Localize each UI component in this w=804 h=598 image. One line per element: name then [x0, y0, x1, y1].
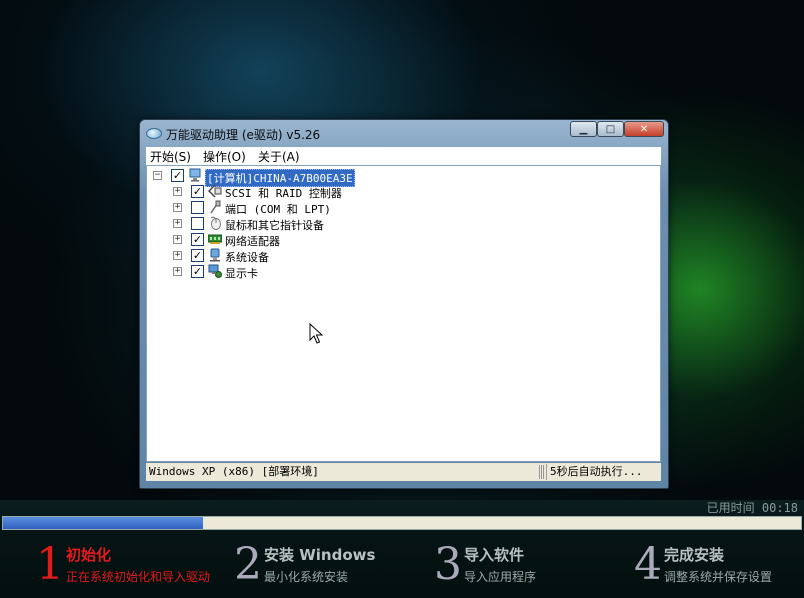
close-icon: ✕ [639, 123, 649, 135]
port-icon [207, 200, 223, 216]
maximize-button[interactable]: □ [597, 121, 624, 137]
display-icon [207, 264, 223, 280]
tree-row-scsi[interactable]: + ✓ SCSI 和 RAID 控制器 [173, 184, 553, 200]
step-title: 导入软件 [464, 546, 525, 564]
scsi-label: SCSI 和 RAID 控制器 [225, 187, 342, 200]
display-label: 显示卡 [225, 267, 258, 280]
step-subtitle: 最小化系统安装 [264, 570, 349, 584]
mouse-cursor-icon [309, 323, 324, 344]
close-button[interactable]: ✕ [624, 121, 664, 137]
expand-icon[interactable]: + [173, 251, 182, 260]
expand-icon[interactable]: + [173, 203, 182, 212]
step-title: 初始化 [66, 546, 112, 564]
minimize-button[interactable]: ▁ [570, 121, 597, 137]
tree-row-mouse[interactable]: + 鼠标和其它指针设备 [173, 216, 553, 232]
step-subtitle: 正在系统初始化和导入驱动 [66, 570, 211, 584]
status-divider [539, 465, 545, 479]
expand-icon[interactable]: + [173, 187, 182, 196]
scsi-icon [207, 184, 223, 200]
step-number: 3 [434, 539, 462, 590]
window-title: 万能驱动助理 (e驱动) v5.26 [166, 128, 321, 142]
progress-fill [3, 517, 203, 529]
step-title: 安装 Windows [264, 546, 376, 564]
status-countdown: 5秒后自动执行... [546, 464, 661, 480]
root-checkbox[interactable]: ✓ [171, 169, 184, 182]
step-number: 4 [634, 539, 662, 590]
tree-row-system[interactable]: + ✓ 系统设备 [173, 248, 553, 264]
menu-about[interactable]: 关于(A) [258, 148, 300, 165]
system-label: 系统设备 [225, 251, 269, 264]
tree-row-port[interactable]: + 端口 (COM 和 LPT) [173, 200, 553, 216]
expand-icon[interactable]: + [173, 219, 182, 228]
tree-row-network[interactable]: + ✓ 网络适配器 [173, 232, 553, 248]
port-checkbox[interactable] [191, 201, 204, 214]
step-subtitle: 调整系统并保存设置 [664, 570, 773, 584]
step-title: 完成安装 [664, 546, 725, 564]
menu-bar: 开始(S) 操作(O) 关于(A) [146, 147, 661, 165]
maximize-icon: □ [605, 123, 616, 135]
tree-row-display[interactable]: + ✓ 显示卡 [173, 264, 553, 280]
system-checkbox[interactable]: ✓ [191, 249, 204, 262]
network-icon [207, 232, 223, 248]
menu-start[interactable]: 开始(S) [150, 148, 191, 165]
network-checkbox[interactable]: ✓ [191, 233, 204, 246]
step-subtitle: 导入应用程序 [464, 570, 537, 584]
tree-root-row[interactable]: − ✓ [计算机]CHINA-A7B00EA3E [153, 168, 553, 187]
display-checkbox[interactable]: ✓ [191, 265, 204, 278]
mouse-icon [207, 216, 223, 232]
scsi-checkbox[interactable]: ✓ [191, 185, 204, 198]
expand-icon[interactable]: + [173, 235, 182, 244]
step-number: 2 [234, 539, 262, 590]
collapse-icon[interactable]: − [153, 171, 162, 180]
app-icon [146, 128, 162, 139]
mouse-label: 鼠标和其它指针设备 [225, 219, 324, 232]
device-tree[interactable]: − ✓ [计算机]CHINA-A7B00EA3E + ✓ SCSI 和 RAID… [146, 165, 661, 462]
network-label: 网络适配器 [225, 235, 280, 248]
computer-icon [187, 168, 203, 184]
mouse-checkbox[interactable] [191, 217, 204, 230]
minimize-icon: ▁ [579, 123, 588, 135]
port-label: 端口 (COM 和 LPT) [225, 203, 331, 216]
expand-icon[interactable]: + [173, 267, 182, 276]
elapsed-time: 已用时间 00:18 [706, 501, 798, 515]
title-bar[interactable]: 万能驱动助理 (e驱动) v5.26 ▁ □ ✕ [140, 120, 668, 146]
system-icon [207, 248, 223, 264]
step-number: 1 [36, 539, 64, 590]
driver-assistant-window: 万能驱动助理 (e驱动) v5.26 ▁ □ ✕ 开始(S) 操作(O) 关于(… [139, 119, 669, 489]
progress-bar [2, 516, 802, 530]
status-os-info: Windows XP (x86) [部署环境] [149, 465, 319, 478]
menu-operate[interactable]: 操作(O) [203, 148, 246, 165]
status-bar: Windows XP (x86) [部署环境] 5秒后自动执行... [146, 463, 661, 481]
